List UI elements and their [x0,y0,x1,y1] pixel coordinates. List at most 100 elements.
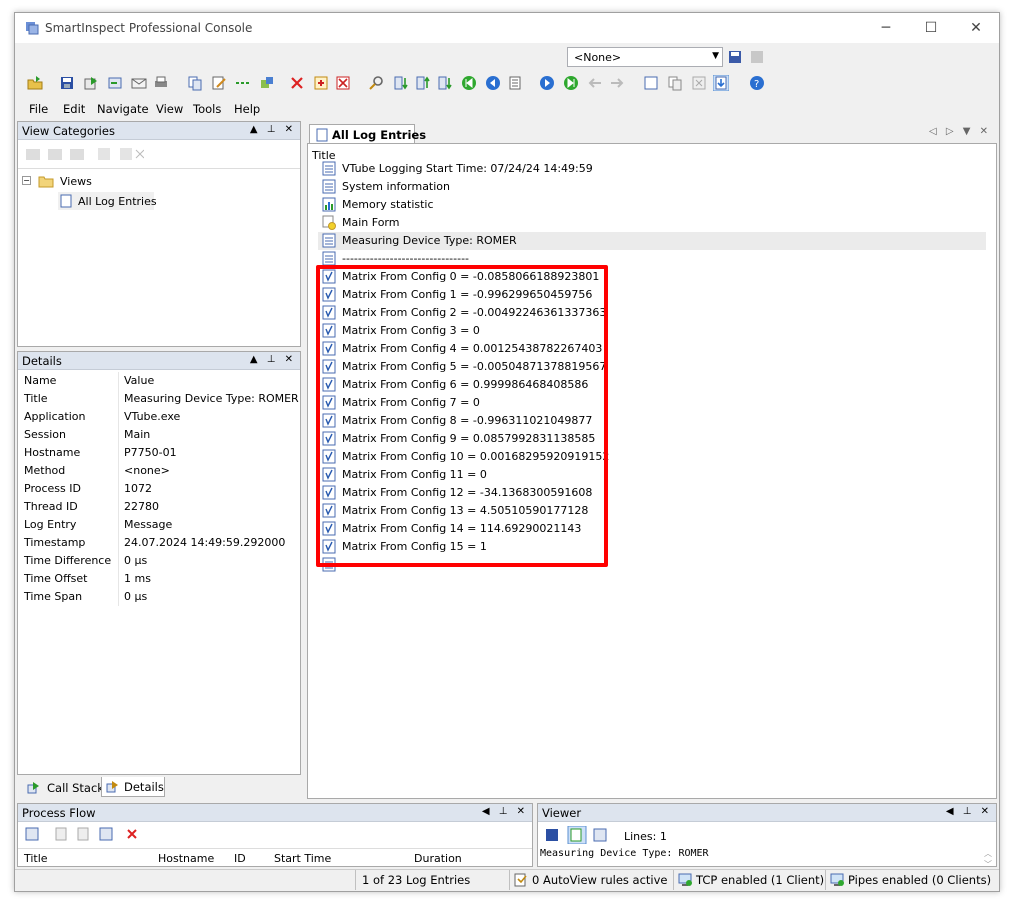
log-panel: Title VTube Logging Start Time: 07/24/24… [307,143,997,799]
copy-icon[interactable] [187,75,203,91]
add-view-icon[interactable] [259,75,275,91]
object-icon [322,215,336,230]
log-entry-row[interactable]: VTube Logging Start Time: 07/24/24 14:49… [318,160,986,178]
menu-edit[interactable]: Edit [63,102,85,116]
menu-navigate[interactable]: Navigate [97,102,149,116]
tree-item-all-log-entries[interactable]: All Log Entries [58,192,157,210]
details-row[interactable]: Hostname P7750-01 [18,444,300,462]
tab-details[interactable]: Details [101,777,165,797]
previous-icon[interactable] [485,75,501,91]
collapse-icon[interactable]: − [22,176,31,185]
tab-all-log-entries[interactable]: All Log Entries [309,124,426,145]
details-row-name: Hostname [24,446,81,459]
tcp-icon [678,873,692,886]
autoscroll-icon[interactable] [713,75,729,91]
pf-col-title[interactable]: Title [24,852,48,865]
details-column-header: Name Value [18,372,300,390]
pf-col-start-time[interactable]: Start Time [274,852,331,865]
details-row[interactable]: Log Entry Message [18,516,300,534]
pf-col-duration[interactable]: Duration [414,852,462,865]
tab-nav-icon[interactable]: ◁ ▷ ▼ ✕ [929,126,991,137]
status-pipes[interactable]: Pipes enabled (0 Clients) [825,870,991,890]
details-row[interactable]: Thread ID 22780 [18,498,300,516]
mail-icon[interactable] [131,75,147,91]
app-icon [26,22,39,35]
status-pipes-text: Pipes enabled (0 Clients) [848,873,992,887]
tab-call-stack-label: Call Stack [47,781,104,795]
log-entry-row[interactable]: Main Form [318,214,986,232]
view-delete-icon[interactable] [691,75,707,91]
details-row-value: Message [124,518,173,531]
viewer-title: Viewer [542,806,582,820]
pipes-icon [830,873,844,886]
folder-icon [38,176,54,188]
new-view-icon[interactable] [643,75,659,91]
log-entry-row[interactable]: System information [318,178,986,196]
log-entry-row[interactable]: Measuring Device Type: ROMER [318,232,986,250]
clear-icon[interactable] [335,75,351,91]
panel-controls-icon[interactable]: ◀ ⊥ ✕ [946,806,992,817]
view-copy-icon[interactable] [667,75,683,91]
forward-icon[interactable] [609,75,625,91]
tab-call-stack[interactable]: Call Stack [23,779,104,797]
scroll-top-icon[interactable] [415,75,431,91]
panel-controls-icon[interactable]: ▲ ⊥ ✕ [250,124,296,135]
details-row[interactable]: Time Offset 1 ms [18,570,300,588]
last-icon[interactable] [563,75,579,91]
print-icon[interactable] [153,75,169,91]
export-icon[interactable] [83,75,99,91]
details-row[interactable]: Application VTube.exe [18,408,300,426]
viewer-tools-icon[interactable] [544,826,616,844]
panel-divider [18,168,300,169]
details-row[interactable]: Session Main [18,426,300,444]
minimize-button[interactable]: ─ [863,16,909,40]
import-icon[interactable] [107,75,123,91]
close-button[interactable]: ✕ [953,16,999,40]
maximize-button[interactable]: ☐ [908,16,954,40]
viewer-content[interactable]: Measuring Device Type: ROMER [540,848,709,859]
menu-help[interactable]: Help [234,102,260,116]
first-icon[interactable] [461,75,477,91]
panel-controls-icon[interactable]: ◀ ⊥ ✕ [482,806,528,817]
clear-filter-icon[interactable] [749,49,765,65]
panel-controls-icon[interactable]: ▲ ⊥ ✕ [250,354,296,365]
process-flow-tools-icon[interactable] [24,826,144,842]
properties-icon[interactable] [313,75,329,91]
chart-icon [322,197,336,212]
bookmark-icon[interactable] [507,75,523,91]
menu-file[interactable]: File [29,102,48,116]
details-row[interactable]: Time Difference 0 µs [18,552,300,570]
separator-icon[interactable] [235,75,251,91]
pf-col-hostname[interactable]: Hostname [158,852,214,865]
help-icon[interactable]: ? [749,75,765,91]
find-next-icon[interactable] [393,75,409,91]
details-header: Details ▲ ⊥ ✕ [18,352,300,370]
save-icon[interactable] [59,75,75,91]
status-autoview-text: 0 AutoView rules active [532,873,668,887]
pf-col-id[interactable]: ID [234,852,246,865]
delete-icon[interactable] [289,75,305,91]
details-row[interactable]: Method <none> [18,462,300,480]
category-tools-icon[interactable] [24,146,145,162]
back-icon[interactable] [587,75,603,91]
details-row[interactable]: Timestamp 24.07.2024 14:49:59.292000 [18,534,300,552]
details-row-name: Timestamp [24,536,86,549]
details-row[interactable]: Process ID 1072 [18,480,300,498]
search-icon[interactable] [369,75,385,91]
session-combo[interactable]: <None> ▼ [567,47,723,67]
next-icon[interactable] [539,75,555,91]
edit-icon[interactable] [211,75,227,91]
scroll-bottom-icon[interactable] [437,75,453,91]
save-filter-icon[interactable] [727,49,743,65]
open-icon[interactable] [27,75,43,91]
menu-tools[interactable]: Tools [193,102,221,116]
log-entry-row[interactable]: Memory statistic [318,196,986,214]
details-row[interactable]: Time Span 0 µs [18,588,300,606]
menu-view[interactable]: View [156,102,183,116]
status-tcp[interactable]: TCP enabled (1 Client) [673,870,825,890]
status-autoview[interactable]: 0 AutoView rules active [509,870,673,890]
scroll-arrows-icon[interactable]: ︿ ﹀ [984,848,992,870]
title-bar[interactable]: SmartInspect Professional Console ─ ☐ ✕ [15,13,999,43]
details-row[interactable]: Title Measuring Device Type: ROMER [18,390,300,408]
window-title: SmartInspect Professional Console [45,21,253,35]
